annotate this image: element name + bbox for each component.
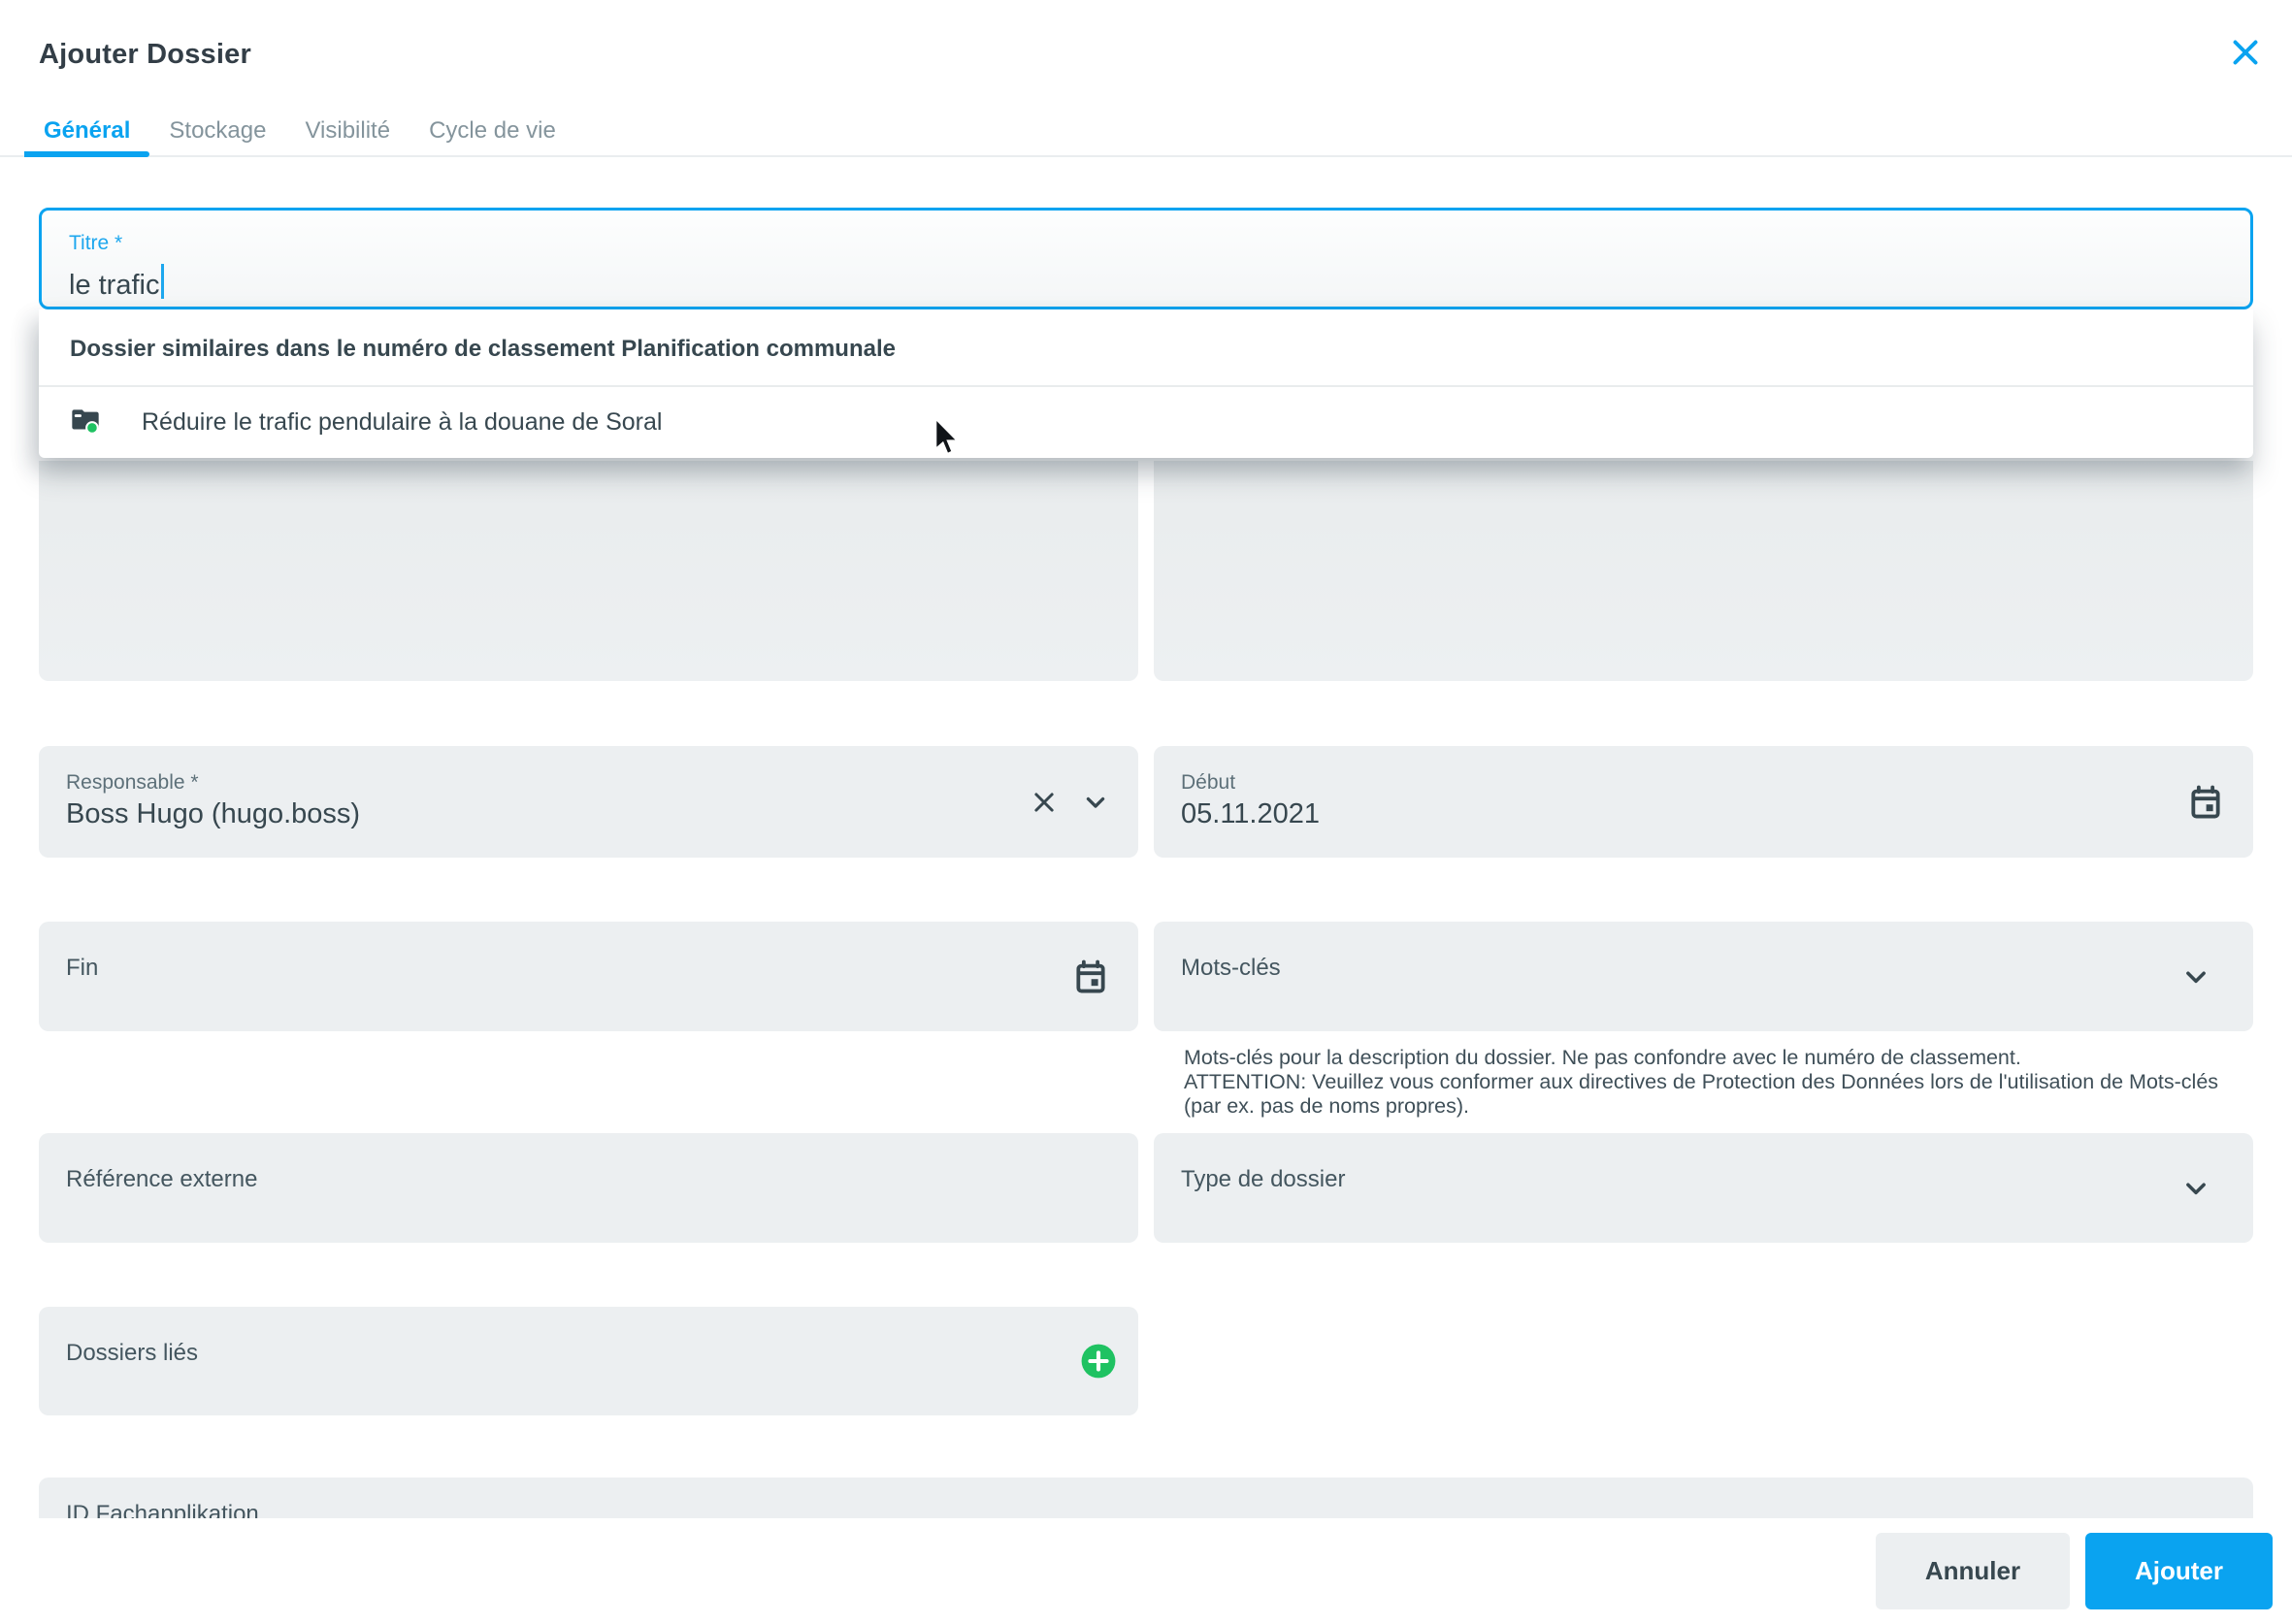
calendar-icon[interactable] bbox=[2187, 784, 2224, 821]
chevron-down-icon[interactable] bbox=[1082, 789, 1109, 816]
responsable-label: Responsable * bbox=[66, 771, 199, 795]
dossiers-lies-label: Dossiers liés bbox=[66, 1340, 198, 1367]
titre-field[interactable]: Titre * le trafic bbox=[39, 208, 2253, 309]
suggestion-item[interactable]: Réduire le trafic pendulaire à la douane… bbox=[39, 387, 2253, 458]
debut-field[interactable]: Début 05.11.2021 bbox=[1154, 746, 2253, 858]
close-icon bbox=[2228, 35, 2263, 75]
chevron-down-icon[interactable] bbox=[2181, 962, 2210, 991]
dossiers-lies-field[interactable]: Dossiers liés bbox=[39, 1307, 1138, 1415]
mots-cles-helper-text: Mots-clés pour la description du dossier… bbox=[1184, 1046, 2255, 1119]
close-button[interactable] bbox=[2226, 35, 2265, 74]
titre-input-value: le trafic bbox=[69, 259, 164, 302]
mots-cles-label: Mots-clés bbox=[1181, 955, 1281, 982]
text-caret bbox=[161, 264, 164, 299]
debut-value: 05.11.2021 bbox=[1181, 798, 1320, 830]
chevron-down-icon[interactable] bbox=[2181, 1174, 2210, 1203]
add-linked-dossier-button[interactable] bbox=[1080, 1343, 1117, 1380]
tab-stockage[interactable]: Stockage bbox=[149, 107, 285, 155]
similar-dossier-dropdown: Dossier similaires dans le numéro de cla… bbox=[39, 309, 2253, 458]
responsable-field[interactable]: Responsable * Boss Hugo (hugo.boss) bbox=[39, 746, 1138, 858]
dropdown-header: Dossier similaires dans le numéro de cla… bbox=[39, 309, 2253, 385]
tab-visibilite[interactable]: Visibilité bbox=[285, 107, 409, 155]
add-dossier-dialog: Ajouter Dossier Général Stockage Visibil… bbox=[0, 0, 2292, 1624]
mots-cles-field[interactable]: Mots-clés bbox=[1154, 922, 2253, 1031]
clear-icon[interactable] bbox=[1030, 788, 1059, 817]
dialog-footer: Annuler Ajouter bbox=[0, 1518, 2292, 1624]
suggestion-item-label: Réduire le trafic pendulaire à la douane… bbox=[142, 408, 662, 437]
titre-label: Titre * bbox=[69, 232, 122, 255]
tab-bar: Général Stockage Visibilité Cycle de vie bbox=[0, 107, 2292, 157]
cancel-button[interactable]: Annuler bbox=[1876, 1533, 2070, 1609]
folder-status-icon bbox=[70, 406, 101, 438]
description-box-left[interactable] bbox=[39, 461, 1138, 681]
debut-label: Début bbox=[1181, 771, 1235, 795]
tab-cycle-de-vie[interactable]: Cycle de vie bbox=[409, 107, 575, 155]
fin-field[interactable]: Fin bbox=[39, 922, 1138, 1031]
responsable-value: Boss Hugo (hugo.boss) bbox=[66, 798, 360, 830]
fin-label: Fin bbox=[66, 955, 98, 982]
reference-externe-field[interactable]: Référence externe bbox=[39, 1133, 1138, 1243]
calendar-icon[interactable] bbox=[1072, 958, 1109, 995]
tab-general[interactable]: Général bbox=[24, 107, 149, 155]
type-de-dossier-field[interactable]: Type de dossier bbox=[1154, 1133, 2253, 1243]
submit-button[interactable]: Ajouter bbox=[2085, 1533, 2273, 1609]
type-de-dossier-label: Type de dossier bbox=[1181, 1166, 1345, 1193]
page-title: Ajouter Dossier bbox=[39, 39, 251, 71]
reference-externe-label: Référence externe bbox=[66, 1166, 257, 1193]
description-box-right[interactable] bbox=[1154, 461, 2253, 681]
